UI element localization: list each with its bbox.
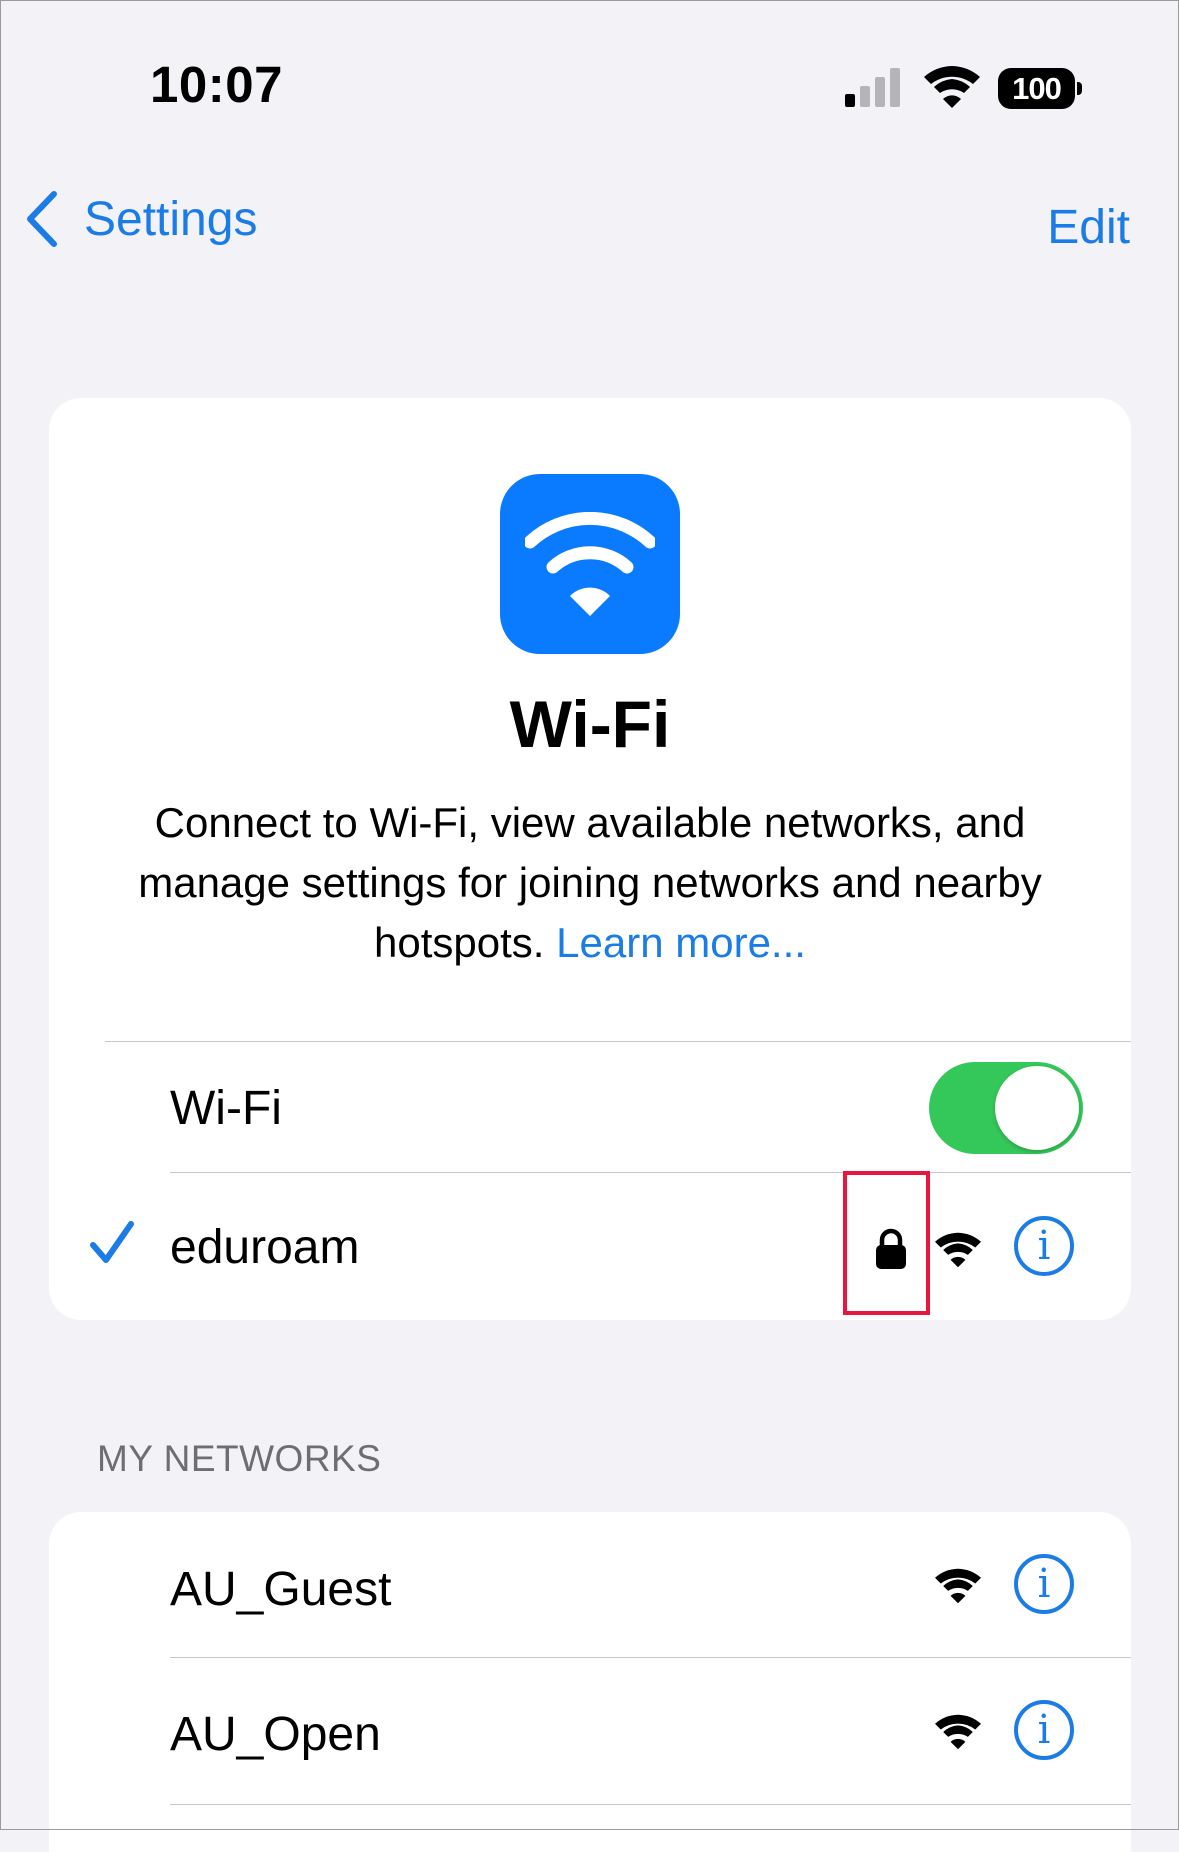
battery-nub: [1077, 82, 1082, 95]
divider: [170, 1657, 1131, 1658]
divider: [170, 1172, 1131, 1173]
wifi-signal-icon: [935, 1714, 981, 1750]
status-time: 10:07: [150, 56, 283, 113]
divider: [105, 1041, 1131, 1042]
connected-network-name[interactable]: eduroam: [170, 1220, 359, 1275]
network-info-button[interactable]: i: [1014, 1554, 1074, 1614]
chevron-left-icon: [27, 191, 57, 247]
learn-more-link[interactable]: Learn more...: [556, 919, 806, 966]
wifi-signal-icon: [935, 1568, 981, 1604]
network-info-button[interactable]: i: [1014, 1216, 1074, 1276]
cellular-signal-icon: [845, 68, 900, 107]
my-networks-card: AU_Guest i AU_Open i: [49, 1512, 1131, 1852]
toggle-knob: [995, 1066, 1079, 1150]
wifi-card: Wi-Fi Connect to Wi-Fi, view available n…: [49, 398, 1131, 1320]
wifi-app-icon: [500, 474, 680, 654]
wifi-icon: [525, 512, 655, 616]
divider: [170, 1804, 1131, 1805]
back-button-label: Settings: [84, 192, 258, 246]
checkmark-icon: [90, 1221, 134, 1263]
edit-button[interactable]: Edit: [1047, 200, 1130, 255]
network-info-button[interactable]: i: [1014, 1700, 1074, 1760]
wifi-signal-icon: [935, 1232, 981, 1268]
network-name: AU_Open: [170, 1708, 381, 1761]
battery-indicator: 100: [998, 68, 1075, 109]
section-header-my-networks: MY NETWORKS: [97, 1438, 382, 1479]
wifi-toggle[interactable]: [929, 1062, 1083, 1154]
page-description: Connect to Wi-Fi, view available network…: [89, 793, 1091, 973]
wifi-icon: [924, 66, 980, 108]
lock-highlight-box: [843, 1171, 930, 1315]
page-title: Wi-Fi: [509, 687, 671, 761]
wifi-toggle-label: Wi-Fi: [170, 1082, 282, 1135]
network-name: AU_Guest: [170, 1563, 392, 1616]
back-button[interactable]: Settings: [24, 190, 257, 248]
